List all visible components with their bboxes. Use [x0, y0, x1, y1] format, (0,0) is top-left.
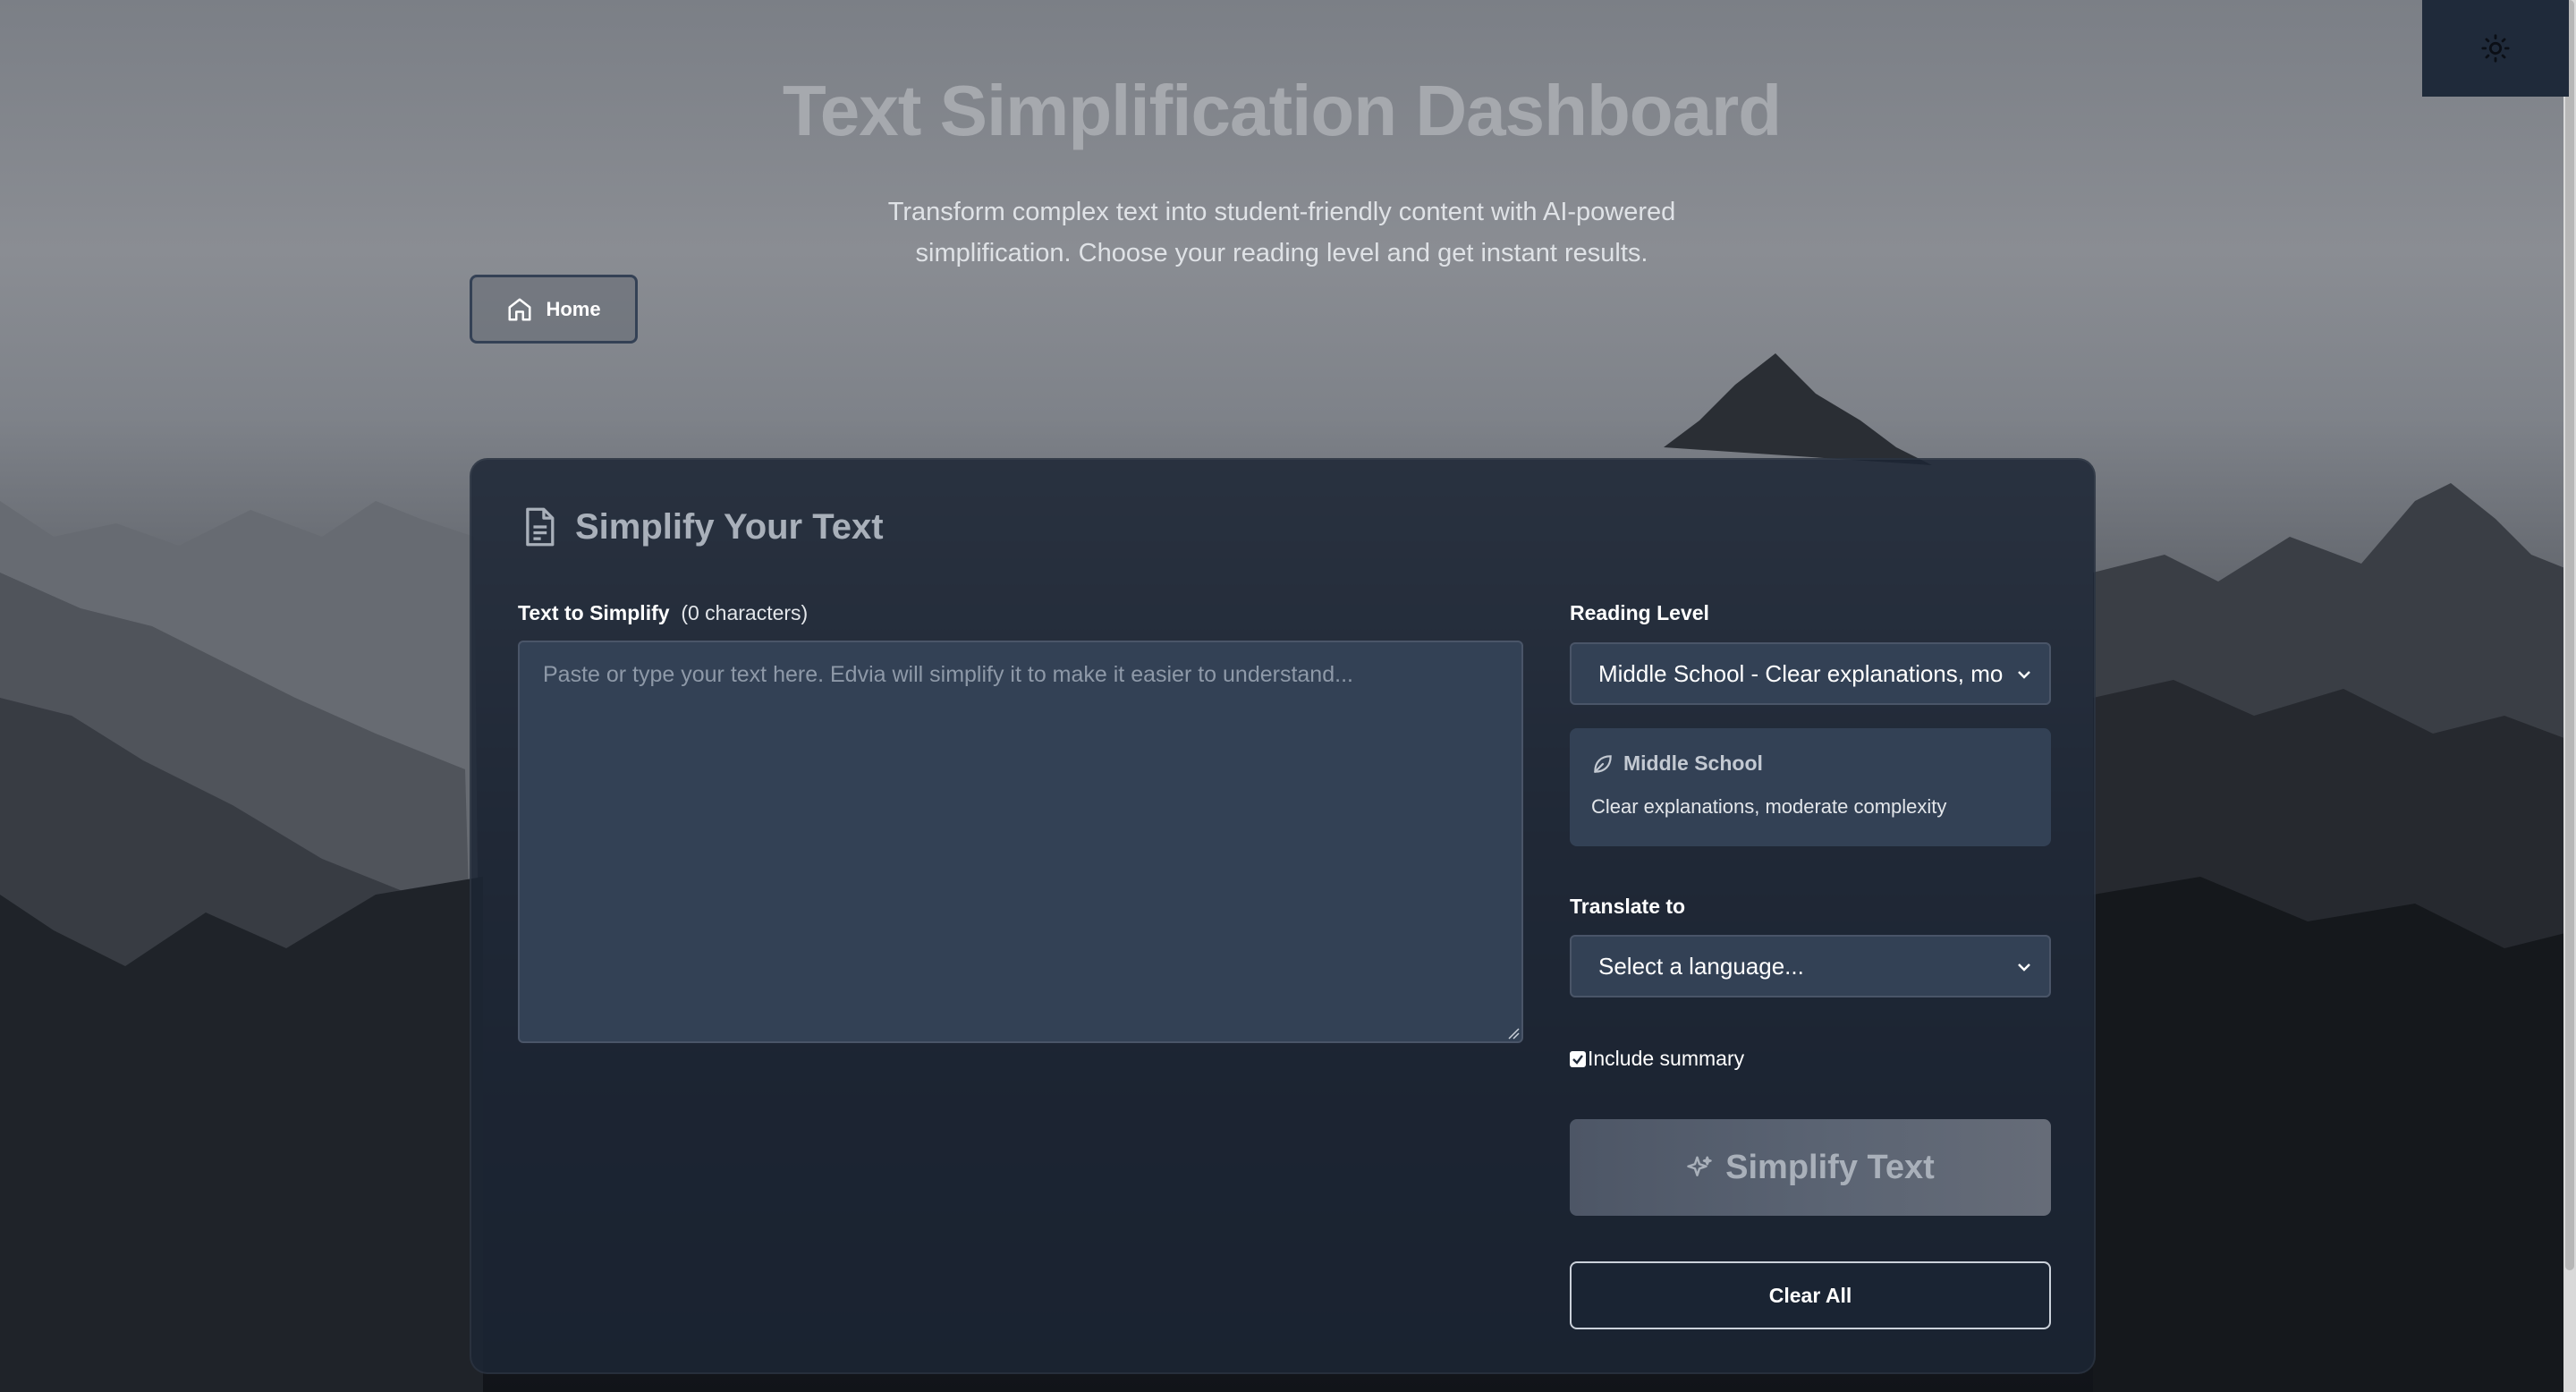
include-summary-checkbox[interactable] [1570, 1050, 1586, 1067]
include-summary-label: Include summary [1588, 1047, 1745, 1070]
reading-level-select[interactable]: Middle School - Clear explanations, mo [1570, 642, 2051, 705]
home-button[interactable]: Home [470, 275, 638, 344]
include-summary-row: Include summary [1570, 1047, 1744, 1071]
simplify-panel: Simplify Your Text Text to Simplify (0 c… [470, 458, 2096, 1374]
reading-level-card-header: Middle School [1591, 751, 2029, 776]
text-input-label-text: Text to Simplify [518, 601, 670, 624]
page-title: Text Simplification Dashboard [782, 71, 1782, 150]
resize-handle-icon[interactable] [1507, 1027, 1520, 1040]
character-count: (0 characters) [681, 601, 809, 624]
reading-level-card: Middle School Clear explanations, modera… [1570, 728, 2051, 846]
panel-title: Simplify Your Text [575, 506, 884, 547]
panel-header: Simplify Your Text [521, 506, 884, 547]
reading-level-selected: Middle School - Clear explanations, mo [1598, 659, 2004, 687]
reading-level-card-title: Middle School [1623, 751, 1763, 775]
leaf-icon [1594, 754, 1612, 773]
scrollbar-thumb[interactable] [2565, 0, 2574, 1270]
translate-label: Translate to [1570, 895, 1686, 918]
home-button-label: Home [546, 297, 601, 320]
chevron-down-icon [2018, 963, 2030, 972]
sun-icon [2481, 34, 2510, 63]
text-input-label: Text to Simplify (0 characters) [518, 601, 808, 625]
sparkles-icon [1687, 1156, 1712, 1176]
page-subtitle: Transform complex text into student-frie… [887, 198, 1676, 267]
reading-level-label: Reading Level [1570, 601, 1709, 624]
page: Text Simplification Dashboard Transform … [0, 0, 2576, 1392]
language-select[interactable]: Select a language... [1570, 935, 2051, 997]
home-icon [508, 298, 531, 320]
checkmark-icon [1572, 1054, 1583, 1065]
text-input-placeholder: Paste or type your text here. Edvia will… [543, 662, 1353, 687]
clear-all-button[interactable]: Clear All [1570, 1261, 2051, 1329]
simplify-button[interactable]: Simplify Text [1570, 1119, 2051, 1216]
chevron-down-icon [2018, 671, 2030, 679]
text-input[interactable]: Paste or type your text here. Edvia will… [518, 641, 1523, 1043]
language-selected: Select a language... [1598, 952, 1804, 980]
reading-level-card-desc: Clear explanations, moderate complexity [1591, 795, 1947, 818]
document-icon [526, 507, 555, 547]
simplify-button-label: Simplify Text [1725, 1148, 1935, 1186]
